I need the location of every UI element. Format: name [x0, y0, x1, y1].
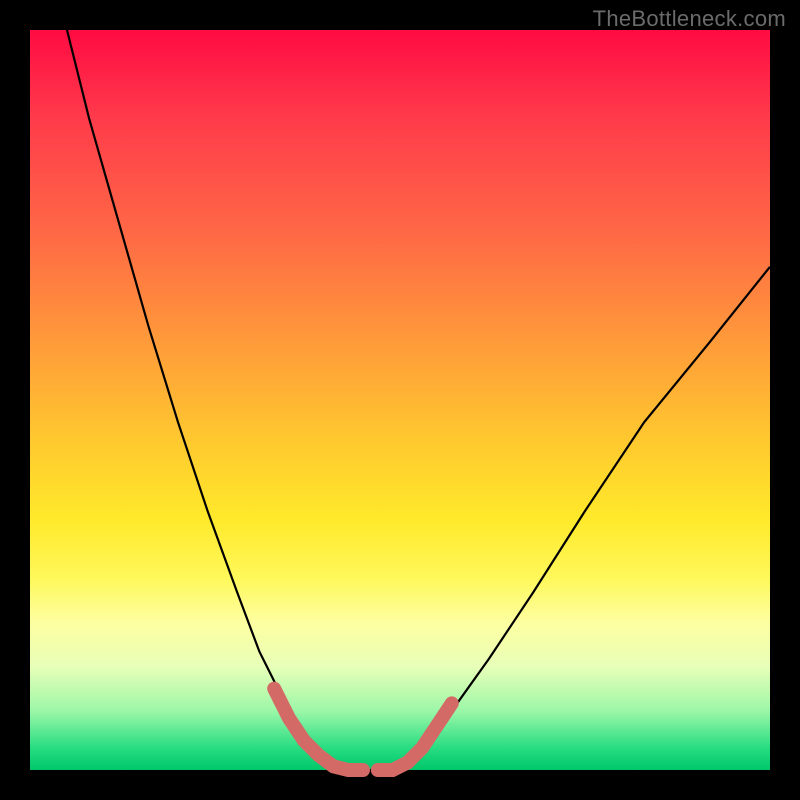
right-ascent-marker: [407, 703, 451, 762]
watermark-text: TheBottleneck.com: [593, 6, 786, 32]
valley-left-marker: [333, 766, 363, 770]
left-curve: [67, 30, 341, 770]
plot-area: [30, 30, 770, 770]
curve-layer: [30, 30, 770, 770]
left-descent-marker: [274, 689, 333, 767]
right-curve: [400, 267, 770, 770]
chart-frame: TheBottleneck.com: [0, 0, 800, 800]
